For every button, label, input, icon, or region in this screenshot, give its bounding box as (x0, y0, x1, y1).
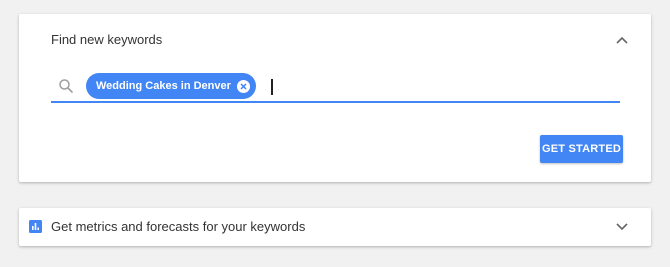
bar-chart-icon (29, 220, 42, 233)
keyword-search-field[interactable]: Wedding Cakes in Denver (51, 72, 620, 103)
metrics-forecasts-card[interactable]: Get metrics and forecasts for your keywo… (19, 208, 651, 246)
keyword-chip-label: Wedding Cakes in Denver (96, 80, 231, 92)
keyword-chip: Wedding Cakes in Denver (86, 73, 256, 99)
chevron-up-icon[interactable] (615, 33, 629, 47)
close-circle-icon[interactable] (236, 79, 250, 93)
search-icon (59, 79, 74, 94)
get-started-button[interactable]: GET STARTED (540, 135, 623, 163)
metrics-forecasts-title: Get metrics and forecasts for your keywo… (51, 219, 306, 234)
find-new-keywords-card: Find new keywords Wedding Cakes in Denve… (19, 14, 651, 182)
text-cursor (271, 79, 273, 95)
chevron-down-icon[interactable] (615, 220, 629, 234)
find-new-keywords-title: Find new keywords (51, 32, 163, 47)
